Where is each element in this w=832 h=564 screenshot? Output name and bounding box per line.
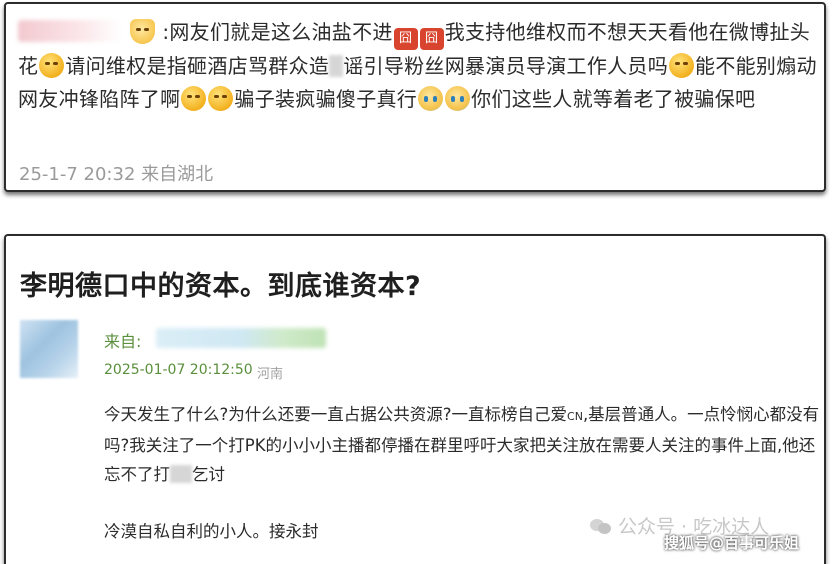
comment-segment: 你们这些人就等着老了被骗保吧 (471, 87, 756, 111)
smirk-emoji-icon (181, 86, 207, 111)
jiong-emoji-icon: 囧 (419, 28, 444, 50)
comment-segment: 谣引导粉丝网暴演员导演工作人员吗 (343, 54, 669, 78)
comment-segment: :网友们就是这么油盐不进 (162, 20, 393, 44)
post-title: 李明德口中的资本。到底谁资本? (20, 271, 422, 302)
avatar[interactable] (20, 320, 78, 378)
blurred-username[interactable] (18, 20, 122, 42)
crown-emoji-icon (129, 19, 155, 44)
cn-superscript: CN (567, 410, 583, 423)
smirk-emoji-icon (39, 53, 65, 78)
jiong-emoji-icon: 囧 (393, 28, 418, 50)
crying-emoji-icon (418, 86, 444, 111)
post-tail-text: 冷漠自私自利的小人。接永封 (104, 522, 319, 541)
smirk-emoji-icon (208, 86, 234, 111)
smirk-emoji-icon (669, 53, 695, 78)
sohu-watermark: 搜狐号@百事可乐姐 (664, 534, 800, 552)
blurred-character (329, 55, 344, 77)
post-location: 河南 (257, 367, 284, 382)
wechat-icon (590, 517, 612, 535)
comment-text: :网友们就是这么油盐不进囧囧我支持他维权而不想天天看他在微博扯头花 请问维权是指砸… (18, 16, 818, 116)
from-label: 来自: (104, 332, 142, 351)
post-body-text: 今天发生了什么?为什么还要一直占据公共资源?一直标榜自己爱 (104, 405, 568, 424)
comment-meta: 25-1-7 20:32 来自湖北 (19, 164, 214, 185)
crying-emoji-icon (445, 86, 471, 111)
post-body: 今天发生了什么?为什么还要一直占据公共资源?一直标榜自己爱CN,基层普通人。一点… (104, 400, 826, 489)
blurred-character (170, 465, 192, 483)
post-body-text: 乞讨 (192, 465, 225, 484)
post-date: 2025-01-07 20:12:50 (104, 362, 253, 378)
comment-segment: 骗子装疯骗傻子真行 (234, 87, 418, 111)
comment-segment: 请问维权是指砸酒店骂群众造 (65, 54, 330, 78)
comment-card: :网友们就是这么油盐不进囧囧我支持他维权而不想天天看他在微博扯头花 请问维权是指砸… (4, 2, 826, 192)
blurred-author-name[interactable] (156, 328, 326, 348)
